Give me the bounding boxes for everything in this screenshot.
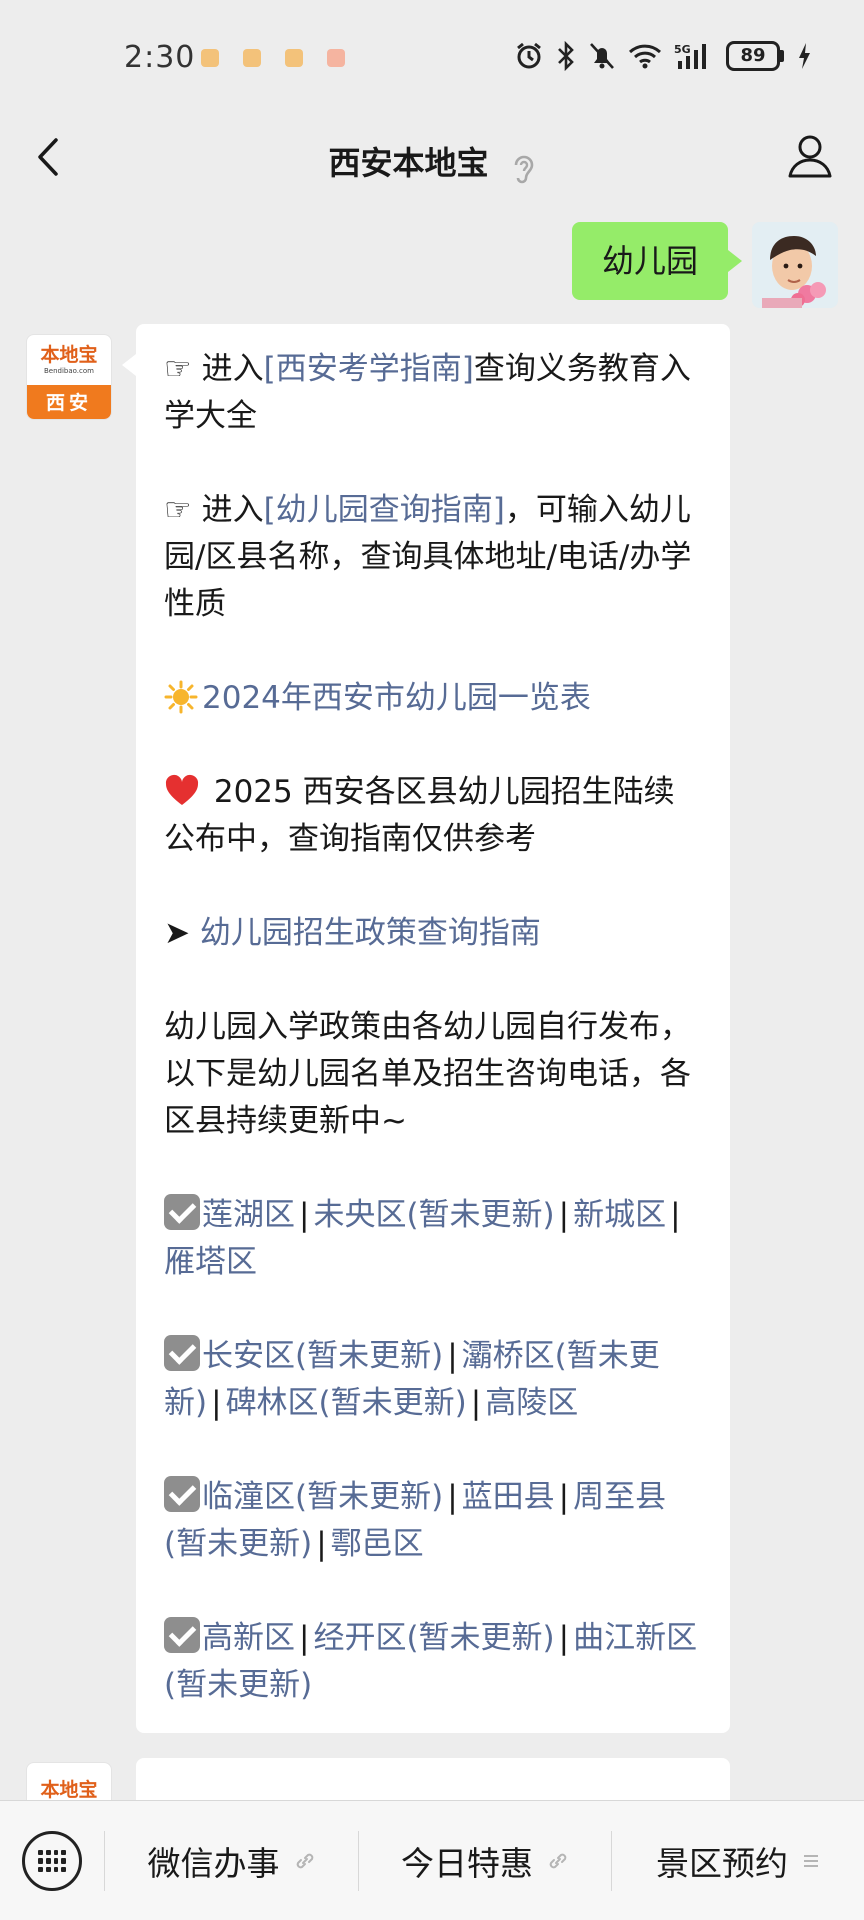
menu-item-scenic-booking[interactable]: 景区预约 bbox=[612, 1801, 864, 1920]
message-paragraph: 2025 西安各区县幼儿园招生陆续公布中，查询指南仅供参考 bbox=[164, 769, 702, 863]
status-time: 2:30 bbox=[124, 40, 196, 75]
charging-icon bbox=[799, 43, 810, 69]
separator: | bbox=[447, 1479, 458, 1515]
separator: | bbox=[316, 1526, 327, 1562]
district-link[interactable]: 蓝田县 bbox=[462, 1479, 555, 1515]
child-photo-icon bbox=[752, 222, 838, 308]
mute-icon bbox=[590, 43, 614, 69]
link-icon bbox=[549, 1853, 567, 1869]
logo-name: 本地宝 bbox=[40, 1778, 98, 1801]
status-bar: 2:30 5G 89 bbox=[0, 0, 864, 110]
menu-item-label: 景区预约 bbox=[656, 1844, 788, 1883]
menu-item-daily-deals[interactable]: 今日特惠 bbox=[359, 1801, 611, 1920]
separator: | bbox=[470, 1385, 482, 1421]
district-link[interactable]: 新城区 bbox=[573, 1197, 666, 1233]
person-icon bbox=[788, 135, 832, 178]
chat-area[interactable]: 幼儿园 本地宝 Bendibao.com 西安 ☞ 进入[西安考学指南]查询义务… bbox=[0, 206, 864, 1800]
district-link[interactable]: 雁塔区 bbox=[164, 1244, 257, 1280]
link-icon bbox=[296, 1853, 313, 1869]
message-paragraph: 2024年西安市幼儿园一览表 bbox=[164, 675, 702, 722]
district-link[interactable]: 高新区 bbox=[202, 1620, 295, 1656]
message-paragraph: ☞ 进入[幼儿园查询指南]，可输入幼儿园/区县名称，查询具体地址/电话/办学性质 bbox=[164, 487, 702, 628]
district-link[interactable]: 未央区(暂未更新) bbox=[313, 1197, 554, 1233]
logo-city: 西安 bbox=[27, 385, 111, 419]
district-link[interactable]: 经开区(暂未更新) bbox=[313, 1620, 554, 1656]
received-message-bubble: ☞ 进入[西安考学指南]查询义务教育入学大全 ☞ 进入[幼儿园查询指南]，可输入… bbox=[122, 324, 730, 1733]
keyboard-icon bbox=[38, 1850, 66, 1872]
notification-icon bbox=[327, 49, 345, 67]
enrollment-policy-link[interactable]: 幼儿园招生政策查询指南 bbox=[200, 915, 541, 951]
menu-item-label: 今日特惠 bbox=[401, 1844, 533, 1883]
district-link[interactable]: 碑林区(暂未更新) bbox=[226, 1385, 467, 1421]
separator: | bbox=[211, 1385, 222, 1421]
district-group: 临潼区(暂未更新) | 蓝田县 | 周至县(暂未更新) | 鄠邑区 bbox=[164, 1474, 702, 1568]
logo-name: 本地宝 bbox=[40, 344, 98, 366]
checkbox-icon bbox=[164, 1476, 200, 1512]
received-message-row-partial: 本地宝 bbox=[0, 1758, 864, 1800]
ear-icon bbox=[514, 155, 533, 183]
menu-item-wechat-services[interactable]: 微信办事 bbox=[105, 1801, 358, 1920]
district-group: 长安区(暂未更新) | 灞桥区(暂未更新) | 碑林区(暂未更新) | 高陵区 bbox=[164, 1333, 702, 1427]
service-menu-bar: 微信办事 今日特惠 景区预约 bbox=[0, 1800, 864, 1920]
chat-header: 西安本地宝 bbox=[0, 110, 864, 206]
district-group: 莲湖区 | 未央区(暂未更新) | 新城区 |雁塔区 bbox=[164, 1192, 702, 1286]
bluetooth-icon bbox=[558, 41, 574, 71]
message-paragraph: ☞ 进入[西安考学指南]查询义务教育入学大全 bbox=[164, 346, 702, 440]
separator: | bbox=[670, 1197, 681, 1233]
logo-top: 本地宝 bbox=[27, 1763, 111, 1801]
battery-indicator: 89 bbox=[726, 41, 784, 71]
separator: | bbox=[558, 1197, 570, 1233]
district-link[interactable]: 鄠邑区 bbox=[331, 1526, 424, 1562]
heart-icon bbox=[165, 774, 199, 805]
kindergarten-guide-link[interactable]: [幼儿园查询指南] bbox=[264, 492, 505, 528]
menu-icon bbox=[804, 1855, 818, 1867]
separator: | bbox=[447, 1338, 458, 1374]
exam-guide-link[interactable]: [西安考学指南] bbox=[264, 351, 474, 387]
paragraph-prefix: ☞ 进入 bbox=[164, 351, 264, 387]
district-group: 高新区 | 经开区(暂未更新) | 曲江新区(暂未更新) bbox=[164, 1615, 702, 1709]
logo-url: Bendibao.com bbox=[43, 367, 94, 375]
battery-level: 89 bbox=[726, 41, 780, 71]
svg-text:5G: 5G bbox=[674, 43, 691, 56]
message-paragraph: 幼儿园入学政策由各幼儿园自行发布，以下是幼儿园名单及招生咨询电话，各区县持续更新… bbox=[164, 1004, 702, 1145]
keyboard-toggle-button[interactable] bbox=[22, 1831, 82, 1891]
header-title-wrap: 西安本地宝 bbox=[0, 138, 864, 187]
message-paragraph: ➤ 幼儿园招生政策查询指南 bbox=[164, 910, 702, 957]
paragraph-prefix: ☞ 进入 bbox=[164, 492, 264, 528]
user-avatar[interactable] bbox=[752, 222, 838, 308]
kindergarten-list-link[interactable]: 2024年西安市幼儿园一览表 bbox=[202, 680, 591, 716]
page-title: 西安本地宝 bbox=[328, 144, 489, 182]
notification-icon bbox=[201, 49, 219, 67]
sent-message-bubble[interactable]: 幼儿园 bbox=[571, 222, 743, 300]
notification-icon bbox=[243, 49, 261, 67]
separator: | bbox=[299, 1620, 310, 1656]
bot-avatar[interactable]: 本地宝 bbox=[26, 1762, 112, 1800]
separator: | bbox=[299, 1197, 310, 1233]
checkbox-icon bbox=[164, 1194, 200, 1230]
menu-item-label: 微信办事 bbox=[147, 1844, 280, 1883]
district-link[interactable]: 长安区(暂未更新) bbox=[202, 1338, 443, 1374]
separator: | bbox=[558, 1620, 570, 1656]
sent-message-row: 幼儿园 bbox=[0, 214, 864, 310]
paragraph-text: 2025 西安各区县幼儿园招生陆续公布中，查询指南仅供参考 bbox=[164, 774, 675, 857]
district-link[interactable]: 高陵区 bbox=[485, 1385, 578, 1421]
arrow-icon: ➤ bbox=[164, 915, 200, 951]
logo-top: 本地宝 Bendibao.com bbox=[27, 335, 111, 385]
district-link[interactable]: 莲湖区 bbox=[202, 1197, 295, 1233]
paragraph-text: 幼儿园入学政策由各幼儿园自行发布，以下是幼儿园名单及招生咨询电话，各区县持续更新… bbox=[164, 1009, 691, 1139]
separator: | bbox=[558, 1479, 570, 1515]
notification-icon bbox=[285, 49, 303, 67]
bot-avatar[interactable]: 本地宝 Bendibao.com 西安 bbox=[26, 334, 112, 420]
signal-icon: 5G bbox=[674, 43, 706, 69]
system-icons: 5G 89 bbox=[514, 36, 812, 76]
checkbox-icon bbox=[164, 1335, 200, 1371]
profile-button[interactable] bbox=[784, 130, 836, 182]
district-link[interactable]: 临潼区(暂未更新) bbox=[202, 1479, 443, 1515]
wifi-icon bbox=[628, 44, 662, 69]
checkbox-icon bbox=[164, 1617, 200, 1653]
sun-icon bbox=[164, 680, 198, 714]
alarm-icon bbox=[517, 42, 541, 69]
received-message-bubble-partial bbox=[136, 1758, 730, 1800]
